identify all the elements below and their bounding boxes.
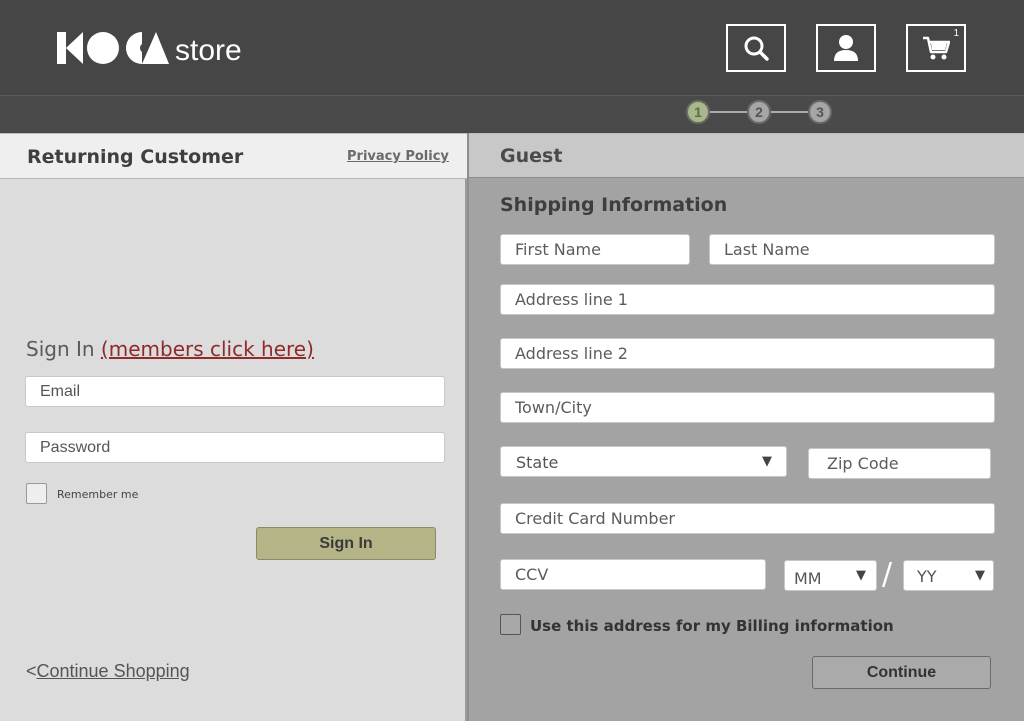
guest-title: Guest	[500, 145, 563, 167]
back-chevron-icon: <	[26, 661, 37, 681]
header: store 1	[0, 0, 1024, 96]
password-field[interactable]	[25, 432, 445, 463]
dropdown-arrow-icon: ▼	[856, 568, 866, 583]
continue-shopping-link[interactable]: Continue Shopping	[37, 661, 190, 681]
first-name-field[interactable]	[500, 234, 690, 265]
user-icon	[834, 35, 858, 61]
guest-panel: Guest Shipping Information State ▼ MM ▼ …	[467, 133, 1024, 721]
shipping-info-title: Shipping Information	[500, 194, 728, 216]
ccv-field[interactable]	[500, 559, 766, 590]
state-select-value: State	[516, 453, 559, 472]
expiry-year-select[interactable]: YY ▼	[903, 560, 994, 591]
guest-header: Guest	[469, 133, 1024, 178]
date-separator: /	[882, 557, 893, 592]
city-field[interactable]	[500, 392, 995, 423]
last-name-field[interactable]	[709, 234, 995, 265]
billing-address-label: Use this address for my Billing informat…	[530, 617, 894, 635]
privacy-policy-link[interactable]: Privacy Policy	[347, 149, 449, 164]
account-button[interactable]	[816, 24, 876, 72]
cart-button[interactable]: 1	[906, 24, 966, 72]
store-label: store	[175, 34, 242, 67]
step-3: 3	[808, 100, 832, 124]
email-field[interactable]	[25, 376, 445, 407]
dropdown-arrow-icon: ▼	[975, 568, 985, 583]
continue-shopping: <Continue Shopping	[26, 661, 190, 682]
billing-address-checkbox[interactable]	[500, 614, 521, 635]
signin-heading: Sign In (members click here)	[26, 337, 314, 361]
continue-button[interactable]: Continue	[812, 656, 991, 689]
step-2: 2	[747, 100, 771, 124]
signin-label: Sign In	[26, 337, 95, 361]
remember-me-label: Remember me	[57, 488, 139, 501]
store-logo[interactable]: store	[57, 30, 242, 67]
step-connector	[769, 111, 810, 113]
address-line1-field[interactable]	[500, 284, 995, 315]
expiry-month-select[interactable]: MM ▼	[784, 560, 877, 591]
returning-customer-header: Returning Customer Privacy Policy	[0, 133, 467, 179]
sign-in-button[interactable]: Sign In	[256, 527, 436, 560]
search-button[interactable]	[726, 24, 786, 72]
step-1: 1	[686, 100, 710, 124]
checkout-steps: 1 2 3	[0, 96, 1024, 133]
members-link[interactable]: (members click here)	[101, 337, 314, 361]
cart-count-badge: 1	[953, 28, 959, 39]
koca-logo-mark	[57, 32, 169, 64]
month-select-value: MM	[794, 569, 822, 588]
returning-customer-title: Returning Customer	[27, 146, 244, 168]
dropdown-arrow-icon: ▼	[762, 454, 772, 469]
returning-customer-panel: Returning Customer Privacy Policy Sign I…	[0, 133, 467, 721]
search-icon	[744, 36, 769, 61]
year-select-value: YY	[917, 567, 937, 586]
cart-icon	[923, 36, 950, 60]
step-connector	[708, 111, 749, 113]
address-line2-field[interactable]	[500, 338, 995, 369]
zip-code-field[interactable]	[808, 448, 991, 479]
credit-card-number-field[interactable]	[500, 503, 995, 534]
remember-me-checkbox[interactable]	[26, 483, 47, 504]
state-select[interactable]: State ▼	[500, 446, 787, 477]
